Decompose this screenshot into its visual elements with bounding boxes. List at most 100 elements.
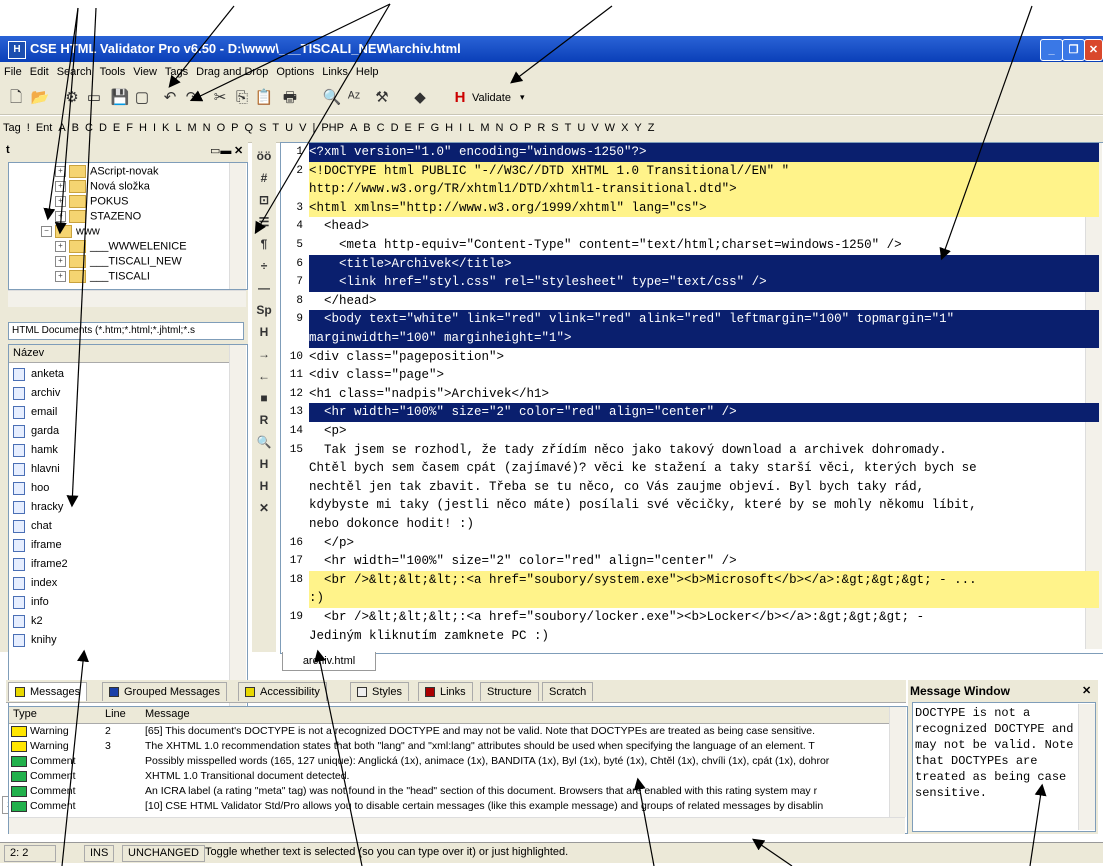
cut-icon[interactable]: ✂ [210,88,230,108]
file-list-item[interactable]: knihy [13,631,57,650]
message-row[interactable]: Comment Possibly misspelled words (165, 1… [9,754,889,769]
reference-icon[interactable]: R [256,412,272,428]
code-line[interactable]: nechtěl jen tak zbavit. Třeba se tu něco… [309,478,1099,497]
code-line[interactable]: Tak jsem se rozhodl, že tady zřídím něco… [309,441,1099,460]
code-line[interactable]: nebo dokonce hodit! :) [309,515,1099,534]
message-row[interactable]: Comment An ICRA label (a rating "meta" ta… [9,784,889,799]
tag-bar-item[interactable]: E [110,116,123,134]
code-line[interactable]: <p> [309,422,1099,441]
tag-bar-item[interactable]: O [214,116,229,134]
code-line[interactable]: <meta http-equiv="Content-Type" content=… [309,236,1099,255]
message-column-header[interactable]: Message [145,708,190,720]
table-icon[interactable]: # [256,170,272,186]
tag-bar-item[interactable]: U [282,116,296,134]
expand-icon[interactable]: + [55,166,66,177]
menu-item[interactable]: Help [352,62,383,78]
expand-icon[interactable]: + [55,181,66,192]
tag-bar-item[interactable]: V [296,116,309,134]
code-line[interactable]: kdybyste mi taky (jestli něco máte) posí… [309,496,1099,515]
tag-bar-item[interactable]: O [506,116,521,134]
expand-icon[interactable]: + [55,271,66,282]
validate-button[interactable]: Validate [472,92,511,104]
menu-item[interactable]: Tools [96,62,130,78]
tag-bar-item[interactable]: L [465,116,477,134]
indent-icon[interactable]: → [256,346,272,362]
tag-bar-item[interactable]: E [402,116,415,134]
code-line[interactable]: <div class="page"> [309,366,1099,385]
browse-icon[interactable]: ⚙ [62,88,82,108]
menu-item[interactable]: Links [318,62,352,78]
code-editor[interactable]: 1 <?xml version="1.0" encoding="windows-1… [280,142,1103,654]
copy-icon[interactable]: ⎘ [232,88,252,108]
message-window-scrollbar[interactable] [1078,704,1095,830]
validate-icon[interactable]: H [256,324,272,340]
tag-bar-item[interactable]: T [269,116,282,134]
menu-item[interactable]: Edit [26,62,53,78]
special-char-icon[interactable]: Sp [256,302,272,318]
tag-bar-item[interactable]: D [388,116,402,134]
tag-icon[interactable]: öö [256,148,272,164]
file-list-item[interactable]: hlavni [13,460,60,479]
save-all-icon[interactable]: ▢ [132,88,152,108]
message-row[interactable]: Comment XHTML 1.0 Transitional document d… [9,769,889,784]
file-list-item[interactable]: archiv [13,384,60,403]
file-list-item[interactable]: hracky [13,498,63,517]
tools-icon[interactable]: ⚒ [372,88,392,108]
file-list-item[interactable]: garda [13,422,59,441]
code-line[interactable]: :) [309,589,1099,608]
tag-bar-item[interactable]: Tag [0,116,24,134]
tag-bar-item[interactable]: V [588,116,601,134]
close-button[interactable]: ✕ [1084,39,1103,61]
tag-bar-item[interactable]: ! [24,116,33,134]
menu-item[interactable]: Tags [161,62,192,78]
list-icon[interactable]: ☰ [256,214,272,230]
insert-mode[interactable]: INS [84,845,115,862]
code-line[interactable]: marginwidth="100" marginheight="1"> [309,329,1099,348]
code-line[interactable]: <hr width="100%" size="2" color="red" al… [309,552,1099,571]
expand-icon[interactable]: − [41,226,52,237]
tag-bar-item[interactable]: U [574,116,588,134]
file-list-item[interactable]: index [13,574,57,593]
tag-bar-item[interactable]: A [347,116,360,134]
menu-item[interactable]: View [129,62,161,78]
file-list-item[interactable]: chat [13,517,52,536]
new-file-icon[interactable]: 🗋 [6,88,26,108]
tag-bar-item[interactable]: S [256,116,269,134]
tag-bar-item[interactable]: H [442,116,456,134]
panel-close-icon[interactable]: ✕ [234,144,243,157]
code-line[interactable]: <hr width="100%" size="2" color="red" al… [309,403,1099,422]
hr-icon[interactable]: — [256,280,272,296]
tag-bar-item[interactable]: B [360,116,373,134]
block-icon[interactable]: ⊡ [256,192,272,208]
tag-bar-item[interactable]: S [548,116,561,134]
tag-bar-item[interactable]: C [82,116,96,134]
spellcheck-icon[interactable]: ᴬᶻ [344,88,364,108]
paste-icon[interactable]: 📋 [254,88,274,108]
menu-item[interactable]: Search [53,62,96,78]
code-line[interactable]: <!DOCTYPE html PUBLIC "-//W3C//DTD XHTML… [309,161,1099,181]
print-icon[interactable]: 🖶 [280,88,300,108]
minimize-button[interactable]: _ [1040,39,1063,61]
tag-bar-item[interactable]: I [456,116,465,134]
message-tab[interactable]: Grouped Messages [102,682,227,701]
validate-icon[interactable]: H [450,88,470,108]
code-line[interactable]: <h1 class="nadpis">Archivek</h1> [309,385,1099,404]
type-column-header[interactable]: Type [13,708,37,720]
bookmark-next-icon[interactable]: H [256,456,272,472]
code-line[interactable]: <body text="white" link="red" vlink="red… [309,310,1099,329]
tag-bar-item[interactable]: M [477,116,492,134]
code-line[interactable]: <head> [309,217,1099,236]
maximize-button[interactable]: ❐ [1062,39,1085,61]
message-tab[interactable]: Scratch [542,682,594,701]
tag-bar-item[interactable]: P [228,116,241,134]
file-list-item[interactable]: iframe [13,536,62,555]
message-tab[interactable]: Structure [480,682,539,701]
expand-icon[interactable]: + [55,241,66,252]
tag-bar-item[interactable]: Q [242,116,257,134]
clear-icon[interactable]: ✕ [256,500,272,516]
tag-bar-item[interactable]: Y [631,116,644,134]
message-hscrollbar[interactable] [9,817,905,834]
line-column-header[interactable]: Line [105,708,126,720]
tag-bar-item[interactable]: PHP [318,116,347,134]
file-list-item[interactable]: iframe2 [13,555,68,574]
